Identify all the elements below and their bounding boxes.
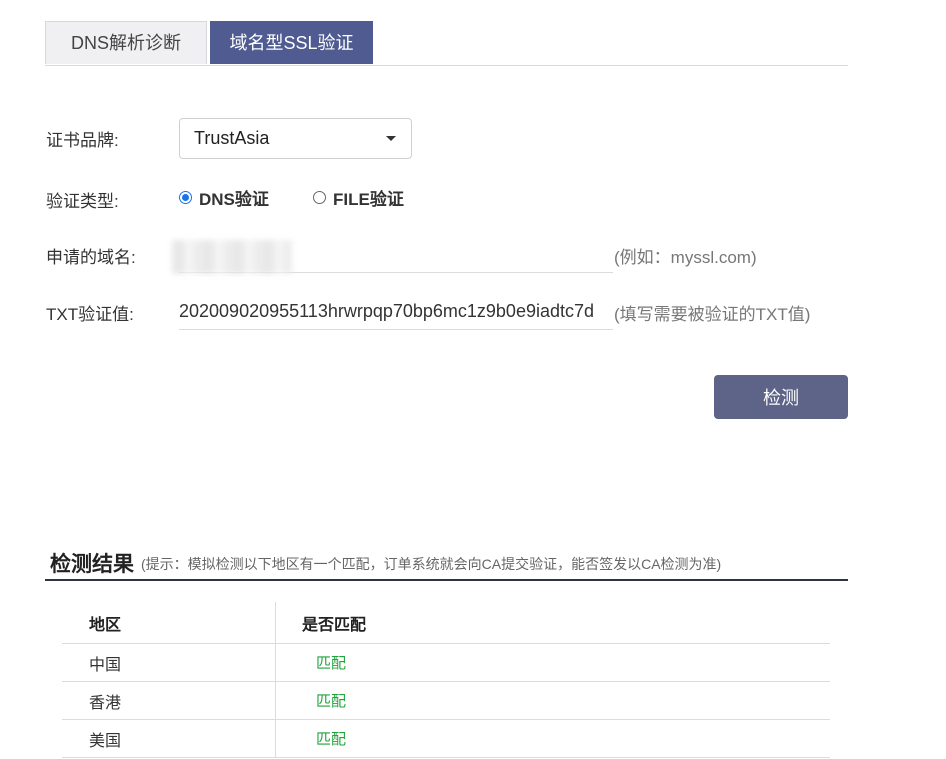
txt-label: TXT验证值:	[46, 305, 134, 324]
radio-file-label: FILE验证	[333, 189, 404, 209]
txt-value-input[interactable]	[179, 294, 613, 330]
domain-hint: (例如：myssl.com)	[614, 248, 757, 267]
brand-select-value: TrustAsia	[194, 128, 270, 148]
txt-hint: (填写需要被验证的TXT值)	[614, 305, 811, 324]
table-row: 美国 匹配	[62, 719, 830, 758]
radio-unchecked-icon	[313, 190, 326, 204]
check-button[interactable]: 检测	[714, 375, 848, 419]
table-row: 香港 匹配	[62, 681, 830, 720]
match-cell: 匹配	[275, 719, 830, 758]
region-cell: 美国	[62, 719, 276, 758]
region-cell: 香港	[62, 681, 276, 720]
region-cell: 中国	[62, 643, 276, 682]
table-header-row: 地区 是否匹配	[62, 602, 830, 644]
tab-domain-ssl-validation[interactable]: 域名型SSL验证	[210, 21, 373, 64]
tab-bar: DNS解析诊断 域名型SSL验证	[45, 21, 848, 66]
table-row: 中国 匹配	[62, 643, 830, 682]
redacted-domain	[172, 240, 292, 274]
result-title: 检测结果	[50, 553, 134, 576]
radio-checked-icon	[179, 190, 192, 204]
domain-label: 申请的域名:	[46, 248, 136, 267]
brand-label: 证书品牌:	[46, 131, 119, 150]
match-cell: 匹配	[275, 643, 830, 682]
result-tip: (提示：模拟检测以下地区有一个匹配，订单系统就会向CA提交验证，能否签发以CA检…	[141, 556, 722, 572]
radio-dns-validation[interactable]: DNS验证	[179, 186, 269, 209]
column-header-region: 地区	[62, 602, 276, 644]
result-table: 地区 是否匹配 中国 匹配 香港 匹配 美国 匹配	[62, 602, 830, 758]
match-cell: 匹配	[275, 681, 830, 720]
radio-file-validation[interactable]: FILE验证	[313, 186, 404, 209]
tab-dns-diagnosis[interactable]: DNS解析诊断	[45, 21, 207, 64]
result-header: 检测结果 (提示：模拟检测以下地区有一个匹配，订单系统就会向CA提交验证，能否签…	[45, 545, 848, 581]
column-header-match: 是否匹配	[275, 602, 830, 644]
brand-select[interactable]: TrustAsia	[179, 118, 412, 159]
validation-type-label: 验证类型:	[46, 192, 119, 211]
radio-dns-label: DNS验证	[199, 189, 269, 209]
chevron-down-icon	[386, 136, 396, 141]
